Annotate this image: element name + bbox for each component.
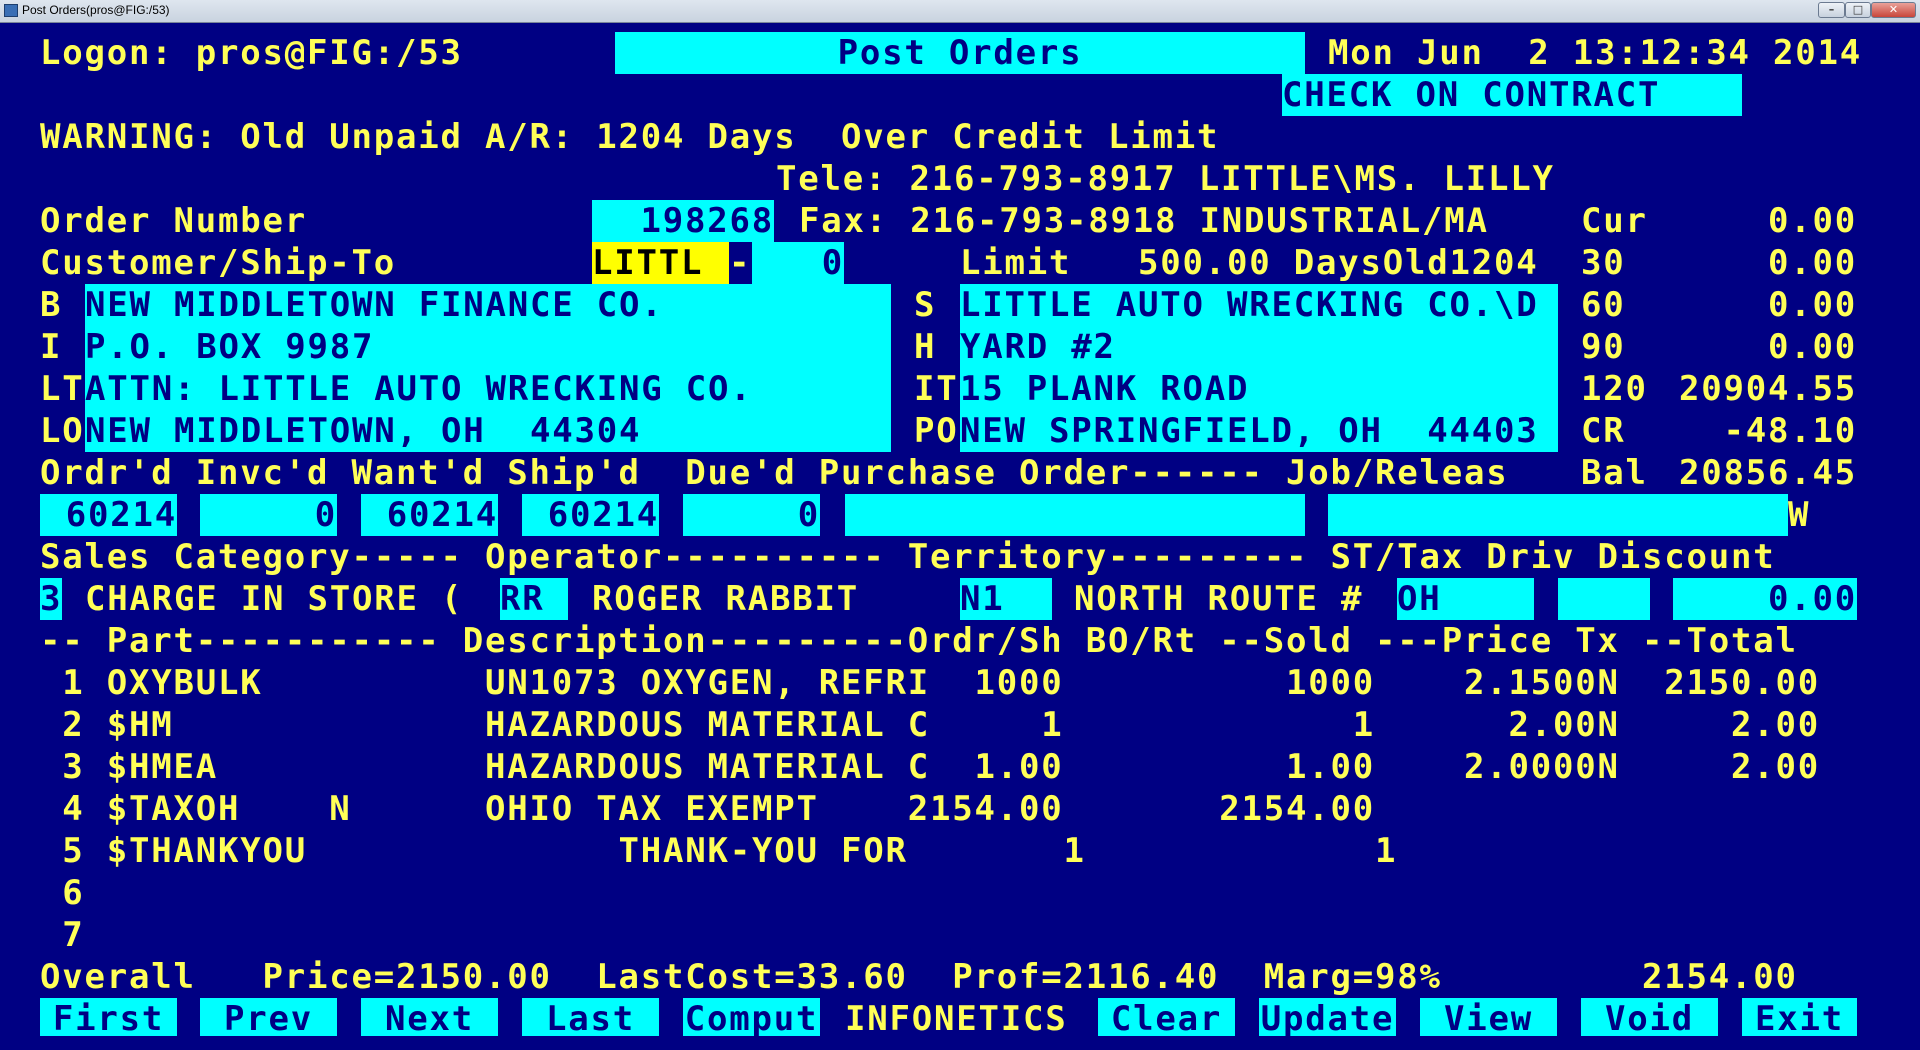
st-tax-value: OH	[1397, 579, 1442, 619]
aging-amount: 20904.55	[1679, 369, 1857, 409]
order-number-label: Order Number	[40, 201, 307, 241]
first-button[interactable]: First	[40, 998, 177, 1040]
contract-notice: CHECK ON CONTRACT	[1282, 75, 1661, 115]
credit-limit: Limit 500.00 DaysOld1204	[960, 243, 1539, 283]
aging-label: 60	[1581, 285, 1626, 325]
balance-amount: 20856.45	[1679, 453, 1857, 493]
ship-to-line: YARD #2	[960, 327, 1116, 367]
aging-label: CR	[1581, 411, 1626, 451]
screen-title: Post Orders	[837, 33, 1083, 73]
table-row[interactable]: 2 $HM HAZARDOUS MATERIAL C 1 1 2.00N 2.0…	[40, 704, 1820, 746]
bill-to-line: NEW MIDDLETOWN, OH 44304	[85, 411, 642, 451]
aging-amount: 0.00	[1768, 201, 1857, 241]
bill-side-label: LO	[40, 411, 85, 451]
app-icon	[4, 4, 18, 17]
void-button[interactable]: Void	[1581, 998, 1718, 1040]
exit-button[interactable]: Exit	[1742, 998, 1857, 1040]
minimize-button[interactable]: –	[1818, 2, 1845, 18]
territory-name: NORTH ROUTE #	[1074, 579, 1364, 619]
invoiced-value: 0	[314, 495, 337, 535]
wanted-value: 60214	[386, 495, 498, 535]
comput-button[interactable]: Comput	[683, 998, 820, 1040]
aging-label: 30	[1581, 243, 1626, 283]
customer-label: Customer/Ship-To	[40, 243, 396, 283]
aging-label: 90	[1581, 327, 1626, 367]
ship-to-line: NEW SPRINGFIELD, OH 44403	[960, 411, 1539, 451]
terminal-screen: Logon: pros@FIG:/53 Post Orders Mon Jun …	[0, 22, 1920, 1050]
ship-to-code: 0	[821, 243, 844, 283]
table-row[interactable]: 1 OXYBULK UN1073 OXYGEN, REFRI 1000 1000…	[40, 662, 1820, 704]
last-button[interactable]: Last	[522, 998, 659, 1040]
bill-to-line: P.O. BOX 9987	[85, 327, 375, 367]
fax: Fax: 216-793-8918 INDUSTRIAL/MA	[799, 201, 1489, 241]
job-number: 1	[1811, 495, 1834, 535]
aging-amount: 0.00	[1768, 327, 1857, 367]
balance-label: Bal	[1581, 453, 1648, 493]
bill-side-label: B	[40, 285, 63, 325]
window-title: Post Orders(pros@FIG:/53)	[22, 3, 170, 17]
bill-to-line: NEW MIDDLETOWN FINANCE CO.	[85, 285, 664, 325]
table-row[interactable]: 7	[40, 914, 85, 956]
clear-button[interactable]: Clear	[1098, 998, 1235, 1040]
aging-label: Cur	[1581, 201, 1648, 241]
next-button[interactable]: Next	[361, 998, 498, 1040]
bill-to-line: ATTN: LITTLE AUTO WRECKING CO.	[85, 369, 753, 409]
ordered-value: 60214	[65, 495, 177, 535]
table-row[interactable]: 4 $TAXOH N OHIO TAX EXEMPT 2154.00 2154.…	[40, 788, 1375, 830]
operator-name: ROGER RABBIT	[592, 579, 859, 619]
due-value: 0	[797, 495, 820, 535]
ship-side-label: H	[914, 327, 937, 367]
datetime: Mon Jun 2 13:12:34 2014	[1328, 33, 1862, 73]
job-release-field[interactable]	[1328, 494, 1788, 536]
title-bar: Post Orders(pros@FIG:/53) – □ ✕	[0, 0, 1920, 23]
ship-side-label: PO	[914, 411, 959, 451]
job-flag: W	[1788, 495, 1811, 535]
category-name: CHARGE IN STORE (	[85, 579, 464, 619]
maximize-button[interactable]: □	[1845, 2, 1871, 18]
logon-label: Logon: pros@FIG:/53	[40, 33, 463, 73]
customer-dash: -	[729, 243, 752, 283]
aging-amount: -48.10	[1723, 411, 1857, 451]
table-row[interactable]: 5 $THANKYOU THANK-YOU FOR 1 1	[40, 830, 1397, 872]
purchase-order-field[interactable]	[845, 494, 1305, 536]
operator-code: RR	[500, 579, 545, 619]
table-row[interactable]: 6	[40, 872, 85, 914]
driver-field[interactable]	[1558, 578, 1650, 620]
view-button[interactable]: View	[1420, 998, 1557, 1040]
ship-side-label: IT	[914, 369, 959, 409]
ship-to-line: LITTLE AUTO WRECKING CO.\D	[960, 285, 1539, 325]
brand-label: INFONETICS	[845, 999, 1068, 1039]
terminal-window: Post Orders(pros@FIG:/53) – □ ✕ Logon: p…	[0, 0, 1920, 1050]
telephone: Tele: 216-793-8917 LITTLE\MS. LILLY	[776, 159, 1555, 199]
customer-code: LITTL	[592, 243, 704, 283]
ship-to-line: 15 PLANK ROAD	[960, 369, 1250, 409]
credit-warning: WARNING: Old Unpaid A/R: 1204 Days Over …	[40, 117, 1220, 157]
ship-side-label: S	[914, 285, 937, 325]
table-row[interactable]: 3 $HMEA HAZARDOUS MATERIAL C 1.00 1.00 2…	[40, 746, 1820, 788]
order-number-value: 198268	[640, 201, 774, 241]
bill-side-label: LT	[40, 369, 85, 409]
sales-header: Sales Category----- Operator---------- T…	[40, 537, 1776, 577]
aging-amount: 0.00	[1768, 285, 1857, 325]
aging-label: 120	[1581, 369, 1648, 409]
update-button[interactable]: Update	[1259, 998, 1396, 1040]
shipped-value: 60214	[547, 495, 659, 535]
territory-code: N1	[960, 579, 1005, 619]
bill-side-label: I	[40, 327, 63, 367]
prev-button[interactable]: Prev	[200, 998, 337, 1040]
quantities-header: Ordr'd Invc'd Want'd Ship'd Due'd Purcha…	[40, 453, 1509, 493]
close-button[interactable]: ✕	[1871, 2, 1916, 18]
discount-value: 0.00	[1768, 579, 1857, 619]
aging-amount: 0.00	[1768, 243, 1857, 283]
line-items-header: -- Part----------- Description---------O…	[40, 621, 1798, 661]
category-code: 3	[40, 579, 63, 619]
summary-line: Overall Price=2150.00 LastCost=33.60 Pro…	[40, 957, 1798, 997]
